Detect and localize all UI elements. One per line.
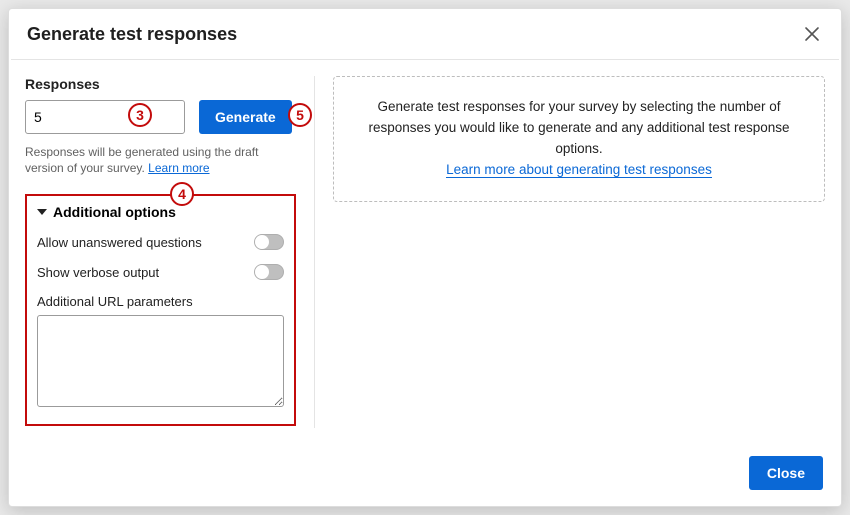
info-text: Generate test responses for your survey … — [368, 99, 789, 156]
verbose-toggle[interactable] — [254, 264, 284, 280]
modal-title: Generate test responses — [27, 24, 801, 45]
responses-input[interactable] — [25, 100, 185, 134]
url-params-label: Additional URL parameters — [37, 294, 284, 309]
generate-button[interactable]: Generate — [199, 100, 292, 134]
learn-more-link[interactable]: Learn more — [148, 161, 209, 175]
option-allow-unanswered: Allow unanswered questions — [37, 234, 284, 250]
info-learn-more-link[interactable]: Learn more about generating test respons… — [446, 162, 712, 178]
right-panel: Generate test responses for your survey … — [315, 76, 825, 428]
toggle-knob — [255, 235, 269, 249]
allow-unanswered-label: Allow unanswered questions — [37, 235, 202, 250]
additional-options-heading: Additional options — [53, 204, 176, 220]
responses-hint: Responses will be generated using the dr… — [25, 144, 296, 176]
callout-5: 5 — [288, 103, 312, 127]
option-verbose: Show verbose output — [37, 264, 284, 280]
additional-options-section: Additional options Allow unanswered ques… — [25, 194, 296, 426]
caret-down-icon — [37, 209, 47, 215]
additional-options-toggle[interactable]: Additional options — [37, 204, 284, 220]
close-button[interactable]: Close — [749, 456, 823, 490]
verbose-label: Show verbose output — [37, 265, 159, 280]
left-panel: Responses Generate Responses will be gen… — [25, 76, 315, 428]
callout-4: 4 — [170, 182, 194, 206]
url-params-textarea[interactable] — [37, 315, 284, 407]
close-icon[interactable] — [801, 23, 823, 45]
responses-row: Generate — [25, 100, 296, 134]
modal-titlebar: Generate test responses — [9, 9, 841, 59]
toggle-knob — [255, 265, 269, 279]
callout-3: 3 — [128, 103, 152, 127]
hint-text: Responses will be generated using the dr… — [25, 145, 258, 175]
responses-label: Responses — [25, 76, 296, 92]
modal-footer: Close — [9, 444, 841, 506]
allow-unanswered-toggle[interactable] — [254, 234, 284, 250]
info-box: Generate test responses for your survey … — [333, 76, 825, 202]
modal-generate-test-responses: Generate test responses Responses Genera… — [8, 8, 842, 507]
